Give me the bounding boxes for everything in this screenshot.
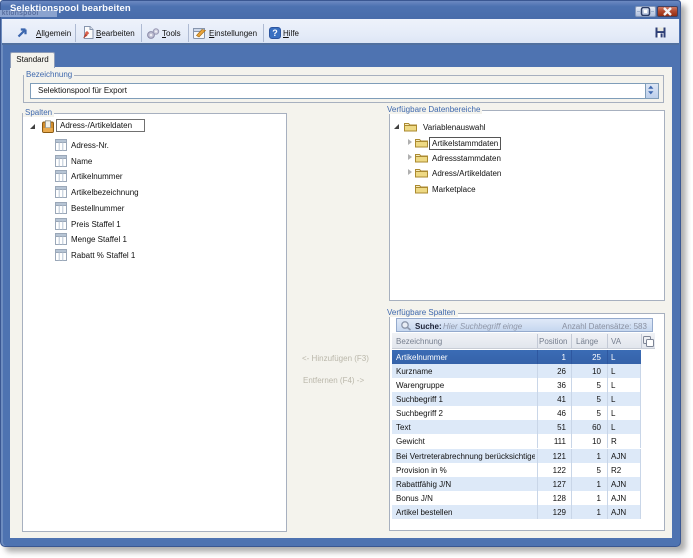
svg-text:?: ? [272, 28, 278, 38]
